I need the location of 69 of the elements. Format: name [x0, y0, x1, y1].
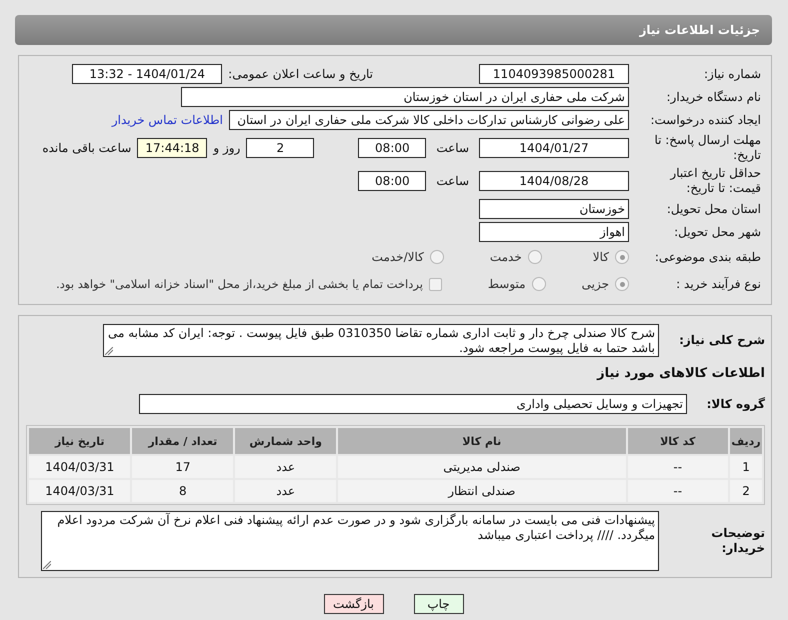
table-cell: 1404/03/31 [29, 456, 130, 478]
column-header: تعداد / مقدار [132, 428, 234, 454]
field-label: نام دستگاه خریدار: [666, 90, 761, 104]
location-field[interactable]: خوزستان [479, 199, 629, 219]
remaining-time-field[interactable]: 17:44:18 [137, 138, 208, 158]
section-heading: اطلاعات کالاهای مورد نیاز [597, 366, 765, 380]
table-cell: 8 [132, 480, 234, 502]
buyer-field[interactable]: شرکت ملی حفاری ایران در استان خوزستان [181, 87, 629, 107]
page-title: جزئیات اطلاعات نیاز [639, 23, 760, 37]
option-label: کالا [592, 250, 609, 264]
time-field[interactable]: 08:00 [358, 171, 426, 191]
date-field[interactable]: 1404/08/28 [479, 171, 629, 191]
resize-grip-icon[interactable] [105, 347, 113, 355]
goods-group-field[interactable]: تجهیزات و وسایل تحصیلی واداری [139, 394, 687, 414]
column-header: واحد شمارش [235, 428, 336, 454]
column-header: تاریخ نیاز [29, 428, 130, 454]
table-cell: 1 [730, 456, 762, 478]
field-label: نوع فرآیند خرید : [675, 276, 761, 292]
column-header: کد کالا [628, 428, 728, 454]
remaining-label: ساعت باقی مانده [42, 141, 132, 155]
column-header: نام کالا [338, 428, 626, 454]
creator-field[interactable]: علی رضوانی کارشناس تدارکات داخلی کالا شرکت ملی حفاری ایران در استان [229, 110, 629, 130]
days-label: روز و [213, 141, 240, 155]
buyer-notes-box[interactable]: پیشنهادات فنی می بایست در سامانه بارگزاری شود و در صورت عدم ارائه پیشنهاد فنی اعلام نرخ آن شرکت مردود اعلام میگردد. //// پرداخت اعتباری میباشد [41, 511, 659, 571]
option-label: جزیی [582, 277, 609, 291]
field-label: توضیحات خریدار: [710, 526, 765, 556]
time-label: ساعت [436, 141, 469, 155]
table-cell: 17 [132, 456, 234, 478]
table-cell: -- [628, 456, 728, 478]
table-cell: عدد [235, 480, 336, 502]
resize-grip-icon[interactable] [43, 561, 51, 569]
table-cell: 1404/03/31 [29, 480, 130, 502]
announce-date-field[interactable]: 1404/01/24 - 13:32 [72, 64, 222, 84]
field-label: تاریخ و ساعت اعلان عمومی: [228, 67, 373, 81]
checkbox-label: پرداخت تمام یا بخشی از مبلغ خرید،از محل "اسناد خزانه اسلامی" خواهد بود. [56, 277, 423, 291]
back-button[interactable]: بازگشت [324, 594, 384, 614]
field-label: حداقل تاریخ اعتبار قیمت: تا تاریخ: [668, 166, 761, 196]
location-field[interactable]: اهواز [479, 222, 629, 242]
time-label: ساعت [436, 174, 469, 188]
radio-button[interactable] [532, 277, 546, 291]
days-field[interactable]: 2 [246, 138, 314, 158]
contact-link[interactable]: اطلاعات تماس خریدار [112, 113, 223, 127]
option-label: متوسط [488, 277, 526, 291]
print-button[interactable]: چاپ [414, 594, 464, 614]
table-cell: صندلی مدیریتی [338, 456, 626, 478]
option-label: خدمت [490, 250, 522, 264]
table-cell: -- [628, 480, 728, 502]
table-cell: عدد [235, 456, 336, 478]
field-label: شرح کلی نیاز: [678, 333, 765, 348]
field-label: شهر محل تحویل: [673, 224, 761, 240]
checkbox[interactable] [428, 278, 442, 290]
field-label: مهلت ارسال پاسخ: تا تاریخ: [653, 133, 761, 163]
field-label: استان محل تحویل: [666, 202, 761, 216]
field-label: ایجاد کننده درخواست: [649, 112, 761, 128]
field-label: طبقه بندی موضوعی: [654, 250, 761, 264]
date-field[interactable]: 1404/01/27 [479, 138, 629, 158]
table-cell: 2 [730, 480, 762, 502]
field-label: گروه کالا: [706, 396, 765, 412]
radio-button[interactable] [615, 277, 629, 291]
description-box[interactable]: شرح کالا صندلی چرخ دار و ثابت اداری شماره تقاضا 0310350 طبق فایل پیوست . توجه: ایران کد مشابه می باشد حتما به فایل پیوست مراجعه شود. [103, 324, 659, 357]
radio-button[interactable] [528, 250, 542, 264]
radio-button[interactable] [430, 250, 444, 264]
option-label: کالا/خدمت [372, 250, 424, 264]
table-cell: صندلی انتظار [338, 480, 626, 502]
column-header: ردیف [730, 428, 762, 454]
field-label: شماره نیاز: [703, 66, 761, 82]
radio-button[interactable] [615, 250, 629, 264]
need-number-field[interactable]: 1104093985000281 [479, 64, 629, 84]
time-field[interactable]: 08:00 [358, 138, 426, 158]
